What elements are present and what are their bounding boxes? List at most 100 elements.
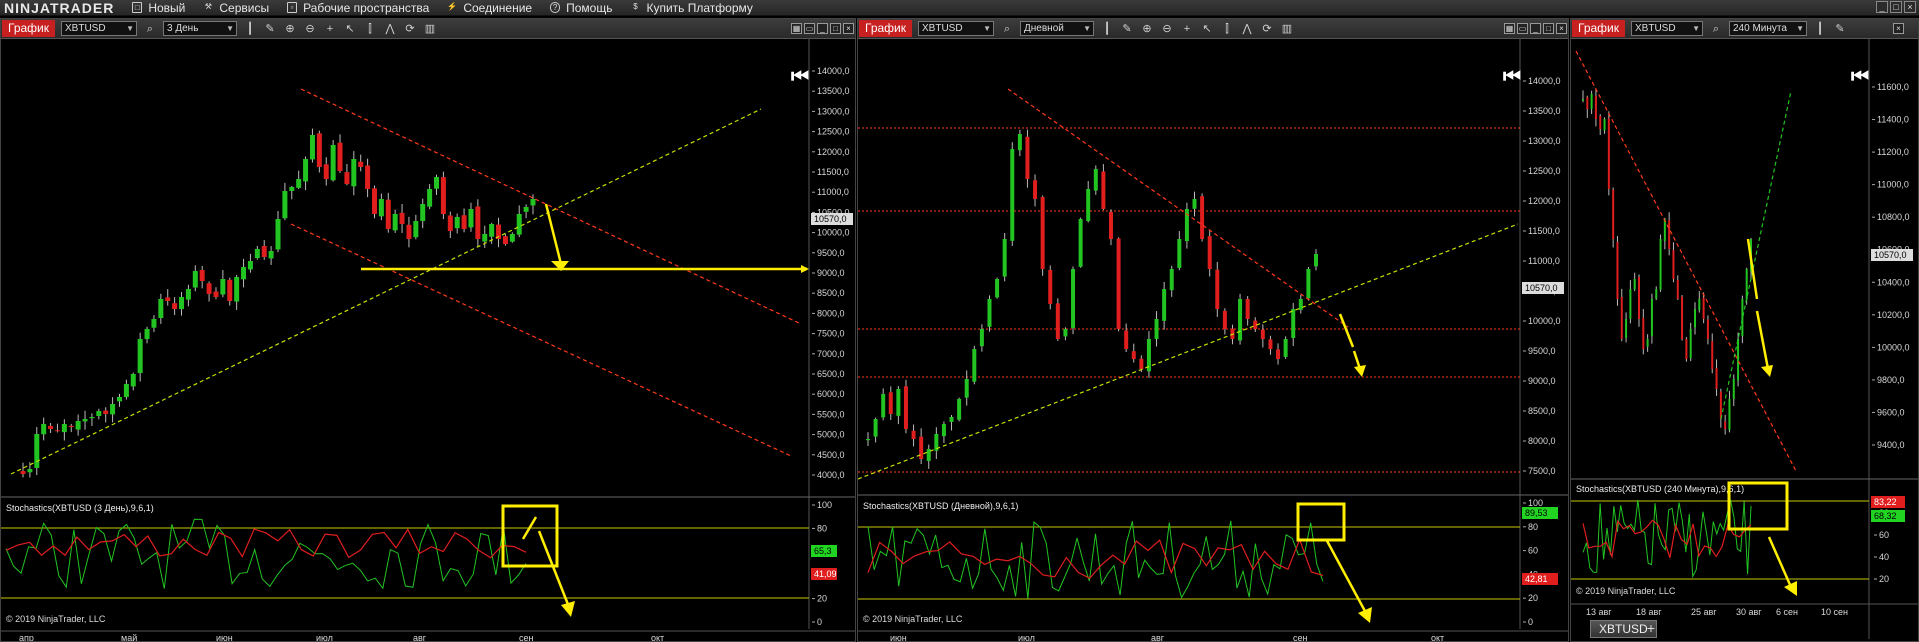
- add-tab-button[interactable]: +: [1643, 620, 1659, 636]
- pointer-icon[interactable]: ↖: [343, 22, 357, 36]
- candle: [896, 389, 901, 416]
- candle: [1033, 180, 1038, 199]
- period-select[interactable]: Дневной ▼: [1020, 21, 1094, 36]
- instrument-select[interactable]: XBTUSD ▼: [61, 21, 137, 36]
- price-axis-label: 9000,0: [817, 268, 845, 278]
- chart-canvas[interactable]: 11600,011400,011200,011000,010800,010600…: [1571, 39, 1919, 642]
- candle: [1706, 319, 1709, 339]
- panel-minimize-button[interactable]: _: [817, 23, 828, 34]
- panel-grid-button[interactable]: ▦: [1504, 23, 1515, 34]
- zoom-out-icon[interactable]: ⊖: [303, 22, 317, 36]
- pencil-draw-icon[interactable]: ✎: [1120, 22, 1134, 36]
- zoom-in-icon[interactable]: ⊕: [1140, 22, 1154, 36]
- strategies-icon[interactable]: ⋀: [1240, 22, 1254, 36]
- osc-axis-label: 20: [817, 594, 827, 604]
- indicators-icon[interactable]: ⫿: [1220, 22, 1234, 36]
- search-icon[interactable]: ⌕: [143, 22, 157, 36]
- pencil-draw-icon[interactable]: ✎: [1833, 22, 1847, 36]
- candle: [89, 417, 95, 419]
- candle: [1207, 236, 1212, 269]
- candle: [1048, 269, 1053, 304]
- candle: [1010, 149, 1015, 241]
- panel-maximize-button[interactable]: □: [830, 23, 841, 34]
- pointer-icon[interactable]: ↖: [1200, 22, 1214, 36]
- bars-type-icon[interactable]: ┃: [1813, 22, 1827, 36]
- menu-buy[interactable]: $ Купить Платформу: [622, 0, 762, 16]
- time-axis-label: 25 авг: [1691, 607, 1717, 617]
- bars-type-icon[interactable]: ┃: [243, 22, 257, 36]
- osc-axis-label: 100: [1528, 498, 1543, 508]
- search-icon[interactable]: ⌕: [1000, 22, 1014, 36]
- menu-connection[interactable]: ⚡ Соединение: [439, 0, 542, 16]
- candle: [420, 204, 426, 221]
- panel-close-button[interactable]: ×: [1893, 23, 1904, 34]
- close-window-button[interactable]: ×: [1904, 1, 1916, 13]
- refresh-icon[interactable]: ⟳: [403, 22, 417, 36]
- time-axis-label: май: [121, 633, 137, 642]
- candle: [330, 145, 336, 181]
- candle: [247, 261, 253, 270]
- osc-axis-label: 100: [817, 500, 832, 510]
- price-axis-label: 13000,0: [817, 106, 850, 116]
- candle: [1719, 391, 1722, 419]
- candle: [123, 384, 129, 398]
- panel-close-button[interactable]: ×: [843, 23, 854, 34]
- panel-grid-button[interactable]: ▦: [791, 23, 802, 34]
- candle: [427, 189, 433, 207]
- pencil-draw-icon[interactable]: ✎: [263, 22, 277, 36]
- panel-minimize-button[interactable]: _: [1530, 23, 1541, 34]
- crosshair-icon[interactable]: +: [323, 22, 337, 36]
- chart-canvas[interactable]: 14000,0 13500,0 13000,0 12500,0 12000,0 11500…: [1, 39, 856, 642]
- candle: [1629, 289, 1632, 319]
- panel-restore-button[interactable]: ▭: [1517, 23, 1528, 34]
- candle: [1702, 297, 1705, 319]
- price-axis-label: 10800,0: [1877, 212, 1910, 222]
- strategies-icon[interactable]: ⋀: [383, 22, 397, 36]
- candle: [1590, 94, 1593, 109]
- candle: [1215, 269, 1220, 309]
- menu-help[interactable]: ? Помощь: [542, 0, 622, 16]
- chart-toolbar: График XBTUSD ▼ ⌕ 240 Минута ▼ ┃ ✎ ×: [1571, 19, 1918, 39]
- properties-icon[interactable]: ▥: [423, 22, 437, 36]
- indicators-icon[interactable]: ⫿: [363, 22, 377, 36]
- chart-canvas[interactable]: 14000,0 13500,0 13000,0 12500,0 12000,0 11500…: [858, 39, 1569, 642]
- zoom-in-icon[interactable]: ⊕: [283, 22, 297, 36]
- candle: [144, 329, 150, 340]
- panel-restore-button[interactable]: ▭: [804, 23, 815, 34]
- panel-maximize-button[interactable]: □: [1543, 23, 1554, 34]
- instrument-select[interactable]: XBTUSD ▼: [918, 21, 994, 36]
- time-axis-label: 18 авг: [1636, 607, 1662, 617]
- menu-connection-label: Соединение: [463, 0, 533, 15]
- bars-type-icon[interactable]: ┃: [1100, 22, 1114, 36]
- price-axis-label: 8500,0: [817, 288, 845, 298]
- period-select[interactable]: 3 День ▼: [163, 21, 237, 36]
- candle: [296, 179, 302, 188]
- price-axis-label: 11400,0: [1877, 115, 1909, 125]
- panel-close-button[interactable]: ×: [1556, 23, 1567, 34]
- menu-tools[interactable]: ⚒ Сервисы: [195, 0, 279, 16]
- candle: [979, 329, 984, 347]
- zoom-out-icon[interactable]: ⊖: [1160, 22, 1174, 36]
- period-select[interactable]: 240 Минута ▼: [1729, 21, 1807, 36]
- candle: [27, 469, 33, 473]
- price-axis-label: 12000,0: [817, 147, 850, 157]
- menu-workspaces[interactable]: ▫ Рабочие пространства: [279, 0, 439, 16]
- candle: [1101, 171, 1106, 209]
- chart-panel-3day: График XBTUSD ▼ ⌕ 3 День ▼ ┃ ✎ ⊕ ⊖ + ↖ ⫿ ⋀…: [0, 18, 856, 642]
- properties-icon[interactable]: ▥: [1280, 22, 1294, 36]
- candle: [1685, 339, 1688, 359]
- candle: [199, 269, 205, 281]
- minimize-window-button[interactable]: _: [1876, 1, 1888, 13]
- stochastic-k-line: [1582, 499, 1752, 579]
- candle: [1694, 309, 1696, 328]
- menu-new[interactable]: □ Новый: [124, 0, 195, 16]
- instrument-select[interactable]: XBTUSD ▼: [1631, 21, 1703, 36]
- search-icon[interactable]: ⌕: [1709, 22, 1723, 36]
- price-axis-label: 10200,0: [1877, 310, 1910, 320]
- crosshair-icon[interactable]: +: [1180, 22, 1194, 36]
- chevron-down-icon: ▼: [1796, 24, 1804, 33]
- refresh-icon[interactable]: ⟳: [1260, 22, 1274, 36]
- price-axis-label: 7000,0: [817, 349, 845, 359]
- candle: [1737, 339, 1740, 381]
- maximize-window-button[interactable]: □: [1890, 1, 1902, 13]
